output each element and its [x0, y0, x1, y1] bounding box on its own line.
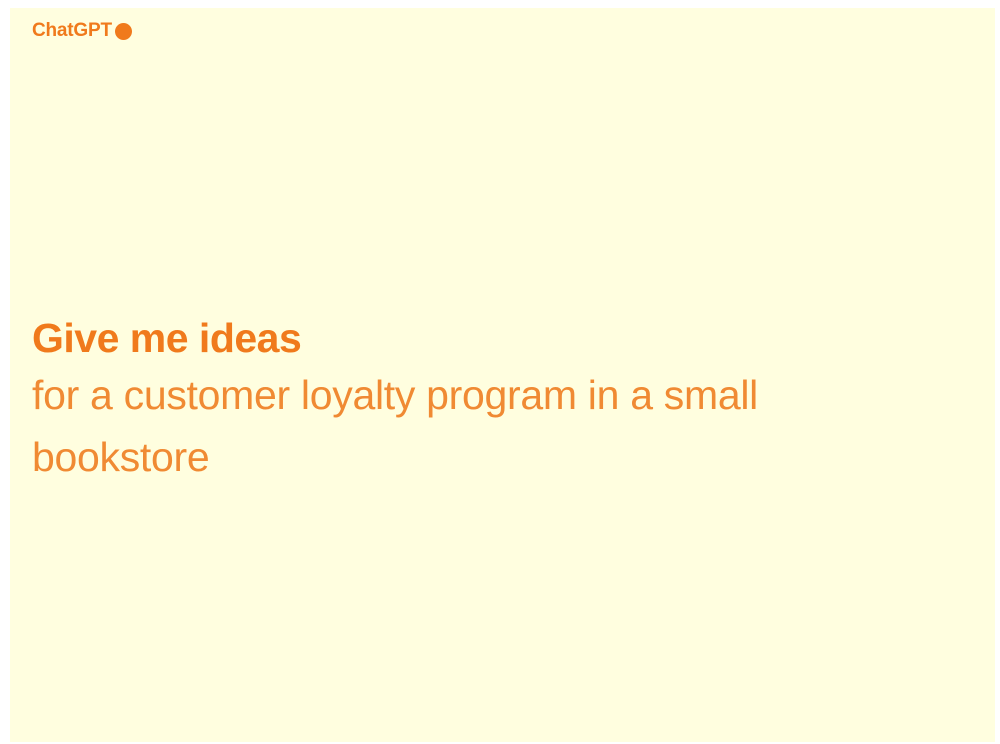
- prompt-title: Give me ideas: [32, 315, 302, 361]
- prompt-card[interactable]: ChatGPT Give me ideas for a customer loy…: [10, 8, 995, 742]
- prompt-suggestion: Give me ideas for a customer loyalty pro…: [32, 312, 932, 488]
- prompt-body: for a customer loyalty program in a smal…: [32, 372, 758, 480]
- circle-dot-icon: [114, 22, 132, 40]
- brand-logo: ChatGPT: [32, 20, 132, 42]
- brand-name: ChatGPT: [32, 20, 112, 41]
